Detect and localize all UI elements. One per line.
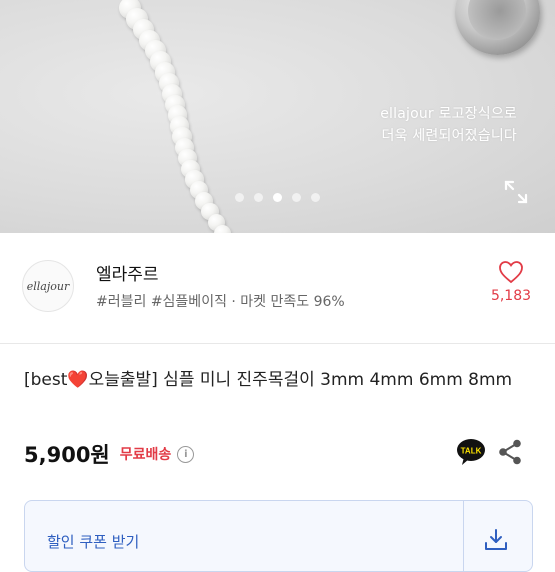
seller-avatar[interactable]: ellajour xyxy=(22,260,74,312)
seller-tags: #러블리 #심플베이직 · 마켓 만족도 96% xyxy=(96,294,345,310)
carousel-dot-active[interactable] xyxy=(273,193,282,202)
seller-name[interactable]: 엘라주르 xyxy=(96,260,159,285)
title-text: 오늘출발] 심플 미니 진주목걸이 3mm 4mm 6mm 8mm xyxy=(88,370,513,390)
carousel-dot[interactable] xyxy=(311,193,320,202)
like-button[interactable]: 5,183 xyxy=(488,260,534,304)
free-shipping-badge: 무료배송 xyxy=(119,447,172,463)
heart-icon xyxy=(499,261,523,284)
red-heart-emoji: ❤️ xyxy=(67,370,89,390)
carousel-dot[interactable] xyxy=(235,193,244,202)
coupon-label[interactable]: 할인 쿠폰 받기 xyxy=(47,531,139,552)
share-icon[interactable] xyxy=(498,439,522,465)
image-caption: ellajour 로고장식으로 더욱 세련되어졌습니다 xyxy=(380,103,517,147)
caption-line-1: ellajour 로고장식으로 xyxy=(380,106,517,122)
product-price: 5,900원 xyxy=(24,443,110,467)
carousel-dot[interactable] xyxy=(292,193,301,202)
talk-label: TALK xyxy=(461,447,482,456)
section-divider xyxy=(0,343,555,344)
caption-line-2: 더욱 세련되어졌습니다 xyxy=(381,128,517,144)
expand-icon[interactable] xyxy=(503,179,529,205)
product-image-carousel[interactable]: ellajour 로고장식으로 더욱 세련되어졌습니다 xyxy=(0,0,555,233)
pearl xyxy=(214,224,232,233)
title-prefix: [best xyxy=(24,370,68,390)
carousel-indicator xyxy=(0,193,555,207)
like-count: 5,183 xyxy=(490,288,532,304)
download-icon[interactable] xyxy=(483,527,509,553)
product-title: [best❤️오늘출발] 심플 미니 진주목걸이 3mm 4mm 6mm 8mm xyxy=(24,367,529,394)
coupon-banner[interactable]: 할인 쿠폰 받기 xyxy=(24,500,533,572)
carousel-dot[interactable] xyxy=(254,193,263,202)
price-row: 5,900원 무료배송 i xyxy=(24,438,195,470)
kakao-talk-icon[interactable]: TALK xyxy=(456,438,486,466)
seller-info[interactable]: ellajour 엘라주르 #러블리 #심플베이직 · 마켓 만족도 96% 5… xyxy=(0,235,555,335)
coupon-separator xyxy=(463,501,464,571)
info-icon[interactable]: i xyxy=(177,445,195,463)
